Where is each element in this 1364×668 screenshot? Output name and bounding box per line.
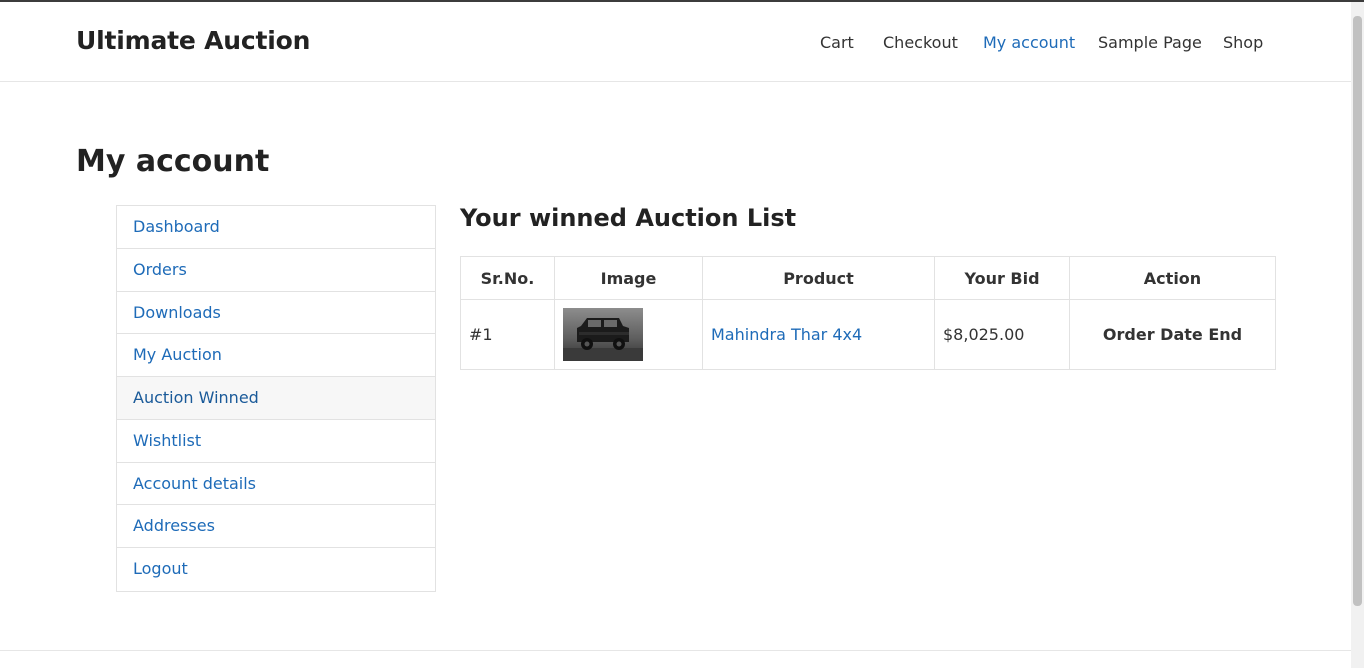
header-product: Product <box>702 256 935 300</box>
table-header-row: Sr.No. Image Product Your Bid Action <box>460 256 1276 300</box>
header-your-bid: Your Bid <box>934 256 1070 300</box>
account-nav-auction-winned[interactable]: Auction Winned <box>117 377 435 420</box>
row-image-cell <box>554 299 703 370</box>
site-header: Ultimate Auction Cart Checkout My accoun… <box>0 2 1351 82</box>
winned-auction-heading: Your winned Auction List <box>460 204 797 232</box>
winned-auction-table: Sr.No. Image Product Your Bid Action #1 <box>460 256 1276 370</box>
nav-shop[interactable]: Shop <box>1223 33 1263 52</box>
nav-sample-page[interactable]: Sample Page <box>1098 33 1202 52</box>
account-navigation: Dashboard Orders Downloads My Auction Au… <box>116 205 436 592</box>
scrollbar-thumb[interactable] <box>1353 16 1362 606</box>
page-scrollbar[interactable] <box>1351 2 1364 668</box>
account-nav-account-details[interactable]: Account details <box>117 463 435 506</box>
nav-checkout[interactable]: Checkout <box>883 33 958 52</box>
row-sr-no: #1 <box>460 299 555 370</box>
row-action: Order Date End <box>1069 299 1276 370</box>
header-action: Action <box>1069 256 1276 300</box>
account-nav-wishlist[interactable]: Wishtlist <box>117 420 435 463</box>
header-image: Image <box>554 256 703 300</box>
primary-nav: Cart Checkout My account Sample Page Sho… <box>0 33 1351 55</box>
footer-divider <box>0 650 1351 651</box>
row-product-cell: Mahindra Thar 4x4 <box>702 299 935 370</box>
account-nav-orders[interactable]: Orders <box>117 249 435 292</box>
table-row: #1 Mahindra Thar 4x4 $8,025.00 Order Dat… <box>460 299 1276 370</box>
row-your-bid: $8,025.00 <box>934 299 1070 370</box>
page-title: My account <box>76 144 270 179</box>
account-nav-downloads[interactable]: Downloads <box>117 292 435 335</box>
nav-my-account[interactable]: My account <box>983 33 1075 52</box>
header-sr-no: Sr.No. <box>460 256 555 300</box>
product-thumbnail[interactable] <box>563 308 643 361</box>
nav-cart[interactable]: Cart <box>820 33 854 52</box>
account-nav-addresses[interactable]: Addresses <box>117 505 435 548</box>
product-link[interactable]: Mahindra Thar 4x4 <box>711 325 862 344</box>
account-nav-my-auction[interactable]: My Auction <box>117 334 435 377</box>
account-nav-dashboard[interactable]: Dashboard <box>117 206 435 249</box>
account-nav-logout[interactable]: Logout <box>117 548 435 591</box>
